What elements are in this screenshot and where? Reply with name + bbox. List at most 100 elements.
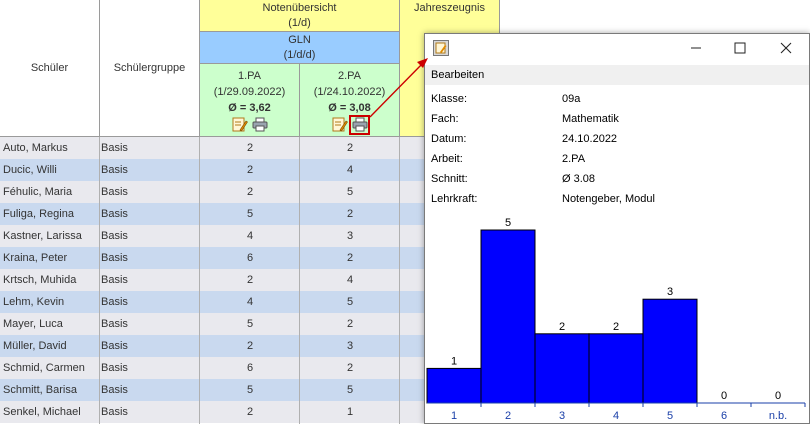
student-name[interactable]: Fuliga, Regina (3, 203, 99, 225)
x-tick-label: 3 (559, 410, 565, 422)
detail-label: Schnitt: (431, 173, 468, 185)
grade-test-1[interactable]: 2 (200, 401, 300, 423)
column-header-student[interactable]: Schüler (0, 0, 100, 137)
grade-test-1[interactable]: 4 (200, 225, 300, 247)
grade-test-2[interactable]: 5 (300, 379, 400, 401)
student-name[interactable]: Senkel, Michael (3, 401, 99, 423)
x-tick-label: n.b. (769, 410, 787, 422)
student-group[interactable]: Basis (101, 269, 199, 291)
student-name[interactable]: Kastner, Larissa (3, 225, 99, 247)
grade-test-1[interactable]: 2 (200, 137, 300, 159)
test-header-1[interactable]: 1.PA (1/29.09.2022) Ø = 3,62 (200, 64, 300, 137)
grade-test-2[interactable]: 4 (300, 159, 400, 181)
detail-label: Fach: (431, 113, 459, 125)
grade-test-1[interactable]: 2 (200, 335, 300, 357)
student-name[interactable]: Féhulic, Maria (3, 181, 99, 203)
maximize-button[interactable] (717, 34, 763, 62)
grade-test-1[interactable]: 4 (200, 291, 300, 313)
grade-test-2[interactable]: 1 (300, 401, 400, 423)
column-divider (399, 137, 400, 424)
student-name[interactable]: Auto, Markus (3, 137, 99, 159)
detail-row: Datum: 24.10.2022 (431, 132, 801, 152)
grade-test-1[interactable]: 5 (200, 379, 300, 401)
student-name[interactable]: Ducic, Willi (3, 159, 99, 181)
test-details: Klasse: 09a Fach: Mathematik Datum: 24.10.202… (431, 92, 801, 212)
grade-test-2[interactable]: 5 (300, 291, 400, 313)
student-group[interactable]: Basis (101, 379, 199, 401)
grade-test-1[interactable]: 2 (200, 159, 300, 181)
print-icon[interactable] (349, 114, 370, 135)
grade-test-2[interactable]: 2 (300, 203, 400, 225)
grade-test-1[interactable]: 5 (200, 203, 300, 225)
app-icon (433, 40, 449, 56)
print-icon[interactable] (251, 117, 268, 133)
detail-label: Arbeit: (431, 153, 463, 165)
test-header-2[interactable]: 2.PA (1/24.10.2022) Ø = 3,08 (300, 64, 400, 137)
grade-test-2[interactable]: 3 (300, 225, 400, 247)
statistics-window[interactable]: Bearbeiten Klasse: 09a Fach: Mathematik Datu… (424, 33, 810, 424)
student-name[interactable]: Krtsch, Muhida (3, 269, 99, 291)
student-group[interactable]: Basis (101, 401, 199, 423)
student-name[interactable]: Lehm, Kevin (3, 291, 99, 313)
menu-bar: Bearbeiten (425, 65, 809, 85)
detail-label: Klasse: (431, 93, 468, 105)
student-group[interactable]: Basis (101, 247, 199, 269)
grade-test-2[interactable]: 3 (300, 335, 400, 357)
grade-test-2[interactable]: 2 (300, 313, 400, 335)
year-report-header-label: Jahreszeugnis (414, 2, 485, 14)
student-name[interactable]: Kraina, Peter (3, 247, 99, 269)
student-group[interactable]: Basis (101, 357, 199, 379)
grade-test-2[interactable]: 2 (300, 137, 400, 159)
bar-value-label: 0 (721, 390, 727, 402)
student-group[interactable]: Basis (101, 313, 199, 335)
grade-test-2[interactable]: 2 (300, 357, 400, 379)
x-tick-label: 1 (451, 410, 457, 422)
overview-header[interactable]: Notenübersicht (1/d) (200, 0, 400, 32)
overview-header-title: Notenübersicht (262, 1, 337, 14)
window-titlebar[interactable] (425, 34, 809, 62)
detail-value: 2.PA (562, 153, 586, 165)
bar-5 (642, 298, 698, 404)
student-name[interactable]: Müller, David (3, 335, 99, 357)
grade-test-1[interactable]: 2 (200, 269, 300, 291)
grade-test-1[interactable]: 5 (200, 313, 300, 335)
student-group[interactable]: Basis (101, 291, 199, 313)
grade-test-1[interactable]: 6 (200, 357, 300, 379)
column-header-group-label: Schülergruppe (113, 62, 186, 74)
student-group[interactable]: Basis (101, 159, 199, 181)
student-group[interactable]: Basis (101, 137, 199, 159)
menu-edit[interactable]: Bearbeiten (431, 69, 484, 81)
column-divider (199, 137, 200, 424)
bar-value-label: 3 (667, 286, 673, 298)
edit-icon[interactable] (231, 117, 248, 133)
bar-value-label: 2 (613, 321, 619, 333)
close-button[interactable] (763, 34, 809, 62)
student-name[interactable]: Schmid, Carmen (3, 357, 99, 379)
x-tick-label: 6 (721, 410, 727, 422)
detail-row: Klasse: 09a (431, 92, 801, 112)
bar-1 (426, 367, 482, 404)
column-header-student-label: Schüler (30, 62, 69, 74)
x-tick-label: 4 (613, 410, 619, 422)
bar-2 (480, 229, 536, 404)
bar-value-label: 5 (505, 217, 511, 229)
student-name[interactable]: Mayer, Luca (3, 313, 99, 335)
grade-test-2[interactable]: 5 (300, 181, 400, 203)
grade-distribution-chart: 1 1 5 2 2 3 2 4 3 5 0 6 0 n.b. (426, 217, 806, 422)
grade-test-2[interactable]: 4 (300, 269, 400, 291)
gln-header[interactable]: GLN (1/d/d) (200, 32, 400, 64)
student-group[interactable]: Basis (101, 335, 199, 357)
column-header-group[interactable]: Schülergruppe (100, 0, 200, 137)
student-group[interactable]: Basis (101, 181, 199, 203)
minimize-button[interactable] (673, 34, 719, 62)
bar-3 (534, 333, 590, 404)
student-name[interactable]: Schmitt, Barisa (3, 379, 99, 401)
detail-value: Mathematik (562, 113, 619, 125)
grade-test-1[interactable]: 2 (200, 181, 300, 203)
grade-test-1[interactable]: 6 (200, 247, 300, 269)
test-2-name: 2.PA (337, 69, 362, 82)
student-group[interactable]: Basis (101, 203, 199, 225)
edit-icon[interactable] (331, 117, 348, 133)
grade-test-2[interactable]: 2 (300, 247, 400, 269)
student-group[interactable]: Basis (101, 225, 199, 247)
